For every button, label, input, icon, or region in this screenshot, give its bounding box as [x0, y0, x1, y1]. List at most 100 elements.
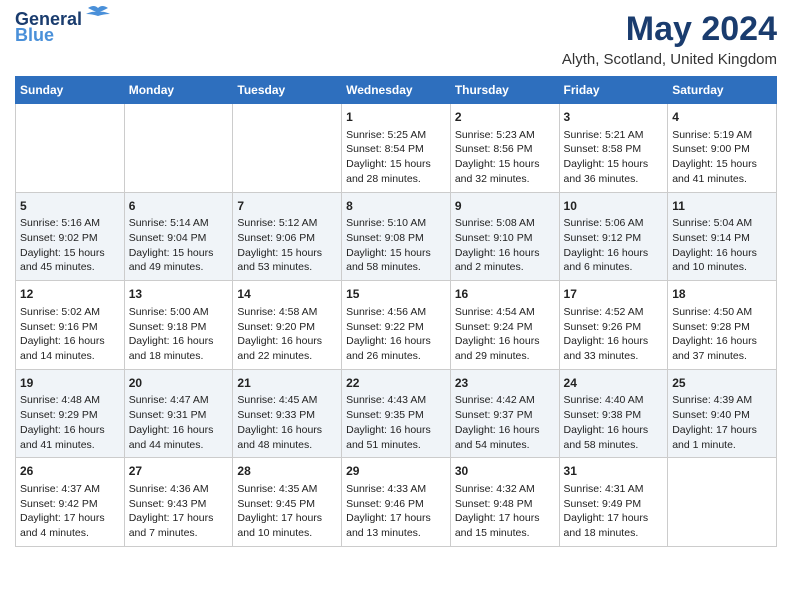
calendar-cell	[233, 104, 342, 193]
calendar-cell	[16, 104, 125, 193]
col-monday: Monday	[124, 77, 233, 104]
day-number: 30	[455, 463, 555, 480]
day-info: Sunrise: 4:42 AMSunset: 9:37 PMDaylight:…	[455, 394, 540, 450]
day-number: 17	[564, 286, 664, 303]
calendar-table: Sunday Monday Tuesday Wednesday Thursday…	[15, 76, 777, 547]
day-info: Sunrise: 4:33 AMSunset: 9:46 PMDaylight:…	[346, 483, 431, 539]
calendar-cell: 4 Sunrise: 5:19 AMSunset: 9:00 PMDaylight…	[668, 104, 777, 193]
calendar-cell	[124, 104, 233, 193]
day-info: Sunrise: 5:25 AMSunset: 8:54 PMDaylight:…	[346, 129, 431, 185]
logo-blue: Blue	[15, 26, 54, 44]
day-number: 24	[564, 375, 664, 392]
calendar-cell: 28Sunrise: 4:35 AMSunset: 9:45 PMDayligh…	[233, 458, 342, 547]
day-info: Sunrise: 4:54 AMSunset: 9:24 PMDaylight:…	[455, 306, 540, 362]
calendar-cell: 22 Sunrise: 4:43 AMSunset: 9:35 PMDayligh…	[342, 369, 451, 458]
day-number: 7	[237, 198, 337, 215]
day-number: 6	[129, 198, 229, 215]
day-info: Sunrise: 5:21 AMSunset: 8:58 PMDaylight:…	[564, 129, 649, 185]
calendar-cell: 21 Sunrise: 4:45 AMSunset: 9:33 PMDayligh…	[233, 369, 342, 458]
day-number: 19	[20, 375, 120, 392]
calendar-cell: 19 Sunrise: 4:48 AMSunset: 9:29 PMDayligh…	[16, 369, 125, 458]
day-info: Sunrise: 5:23 AMSunset: 8:56 PMDaylight:…	[455, 129, 540, 185]
day-number: 23	[455, 375, 555, 392]
col-friday: Friday	[559, 77, 668, 104]
main-title: May 2024	[562, 10, 777, 49]
calendar-cell: 2 Sunrise: 5:23 AMSunset: 8:56 PMDaylight…	[450, 104, 559, 193]
day-info: Sunrise: 4:48 AMSunset: 9:29 PMDaylight:…	[20, 394, 105, 450]
calendar-cell: 17 Sunrise: 4:52 AMSunset: 9:26 PMDayligh…	[559, 281, 668, 370]
header-row: Sunday Monday Tuesday Wednesday Thursday…	[16, 77, 777, 104]
calendar-cell: 20 Sunrise: 4:47 AMSunset: 9:31 PMDayligh…	[124, 369, 233, 458]
day-number: 31	[564, 463, 664, 480]
calendar-week-row: 1 Sunrise: 5:25 AMSunset: 8:54 PMDaylight…	[16, 104, 777, 193]
day-number: 2	[455, 109, 555, 126]
day-number: 3	[564, 109, 664, 126]
day-info: Sunrise: 5:06 AMSunset: 9:12 PMDaylight:…	[564, 217, 649, 273]
day-number: 27	[129, 463, 229, 480]
calendar-cell: 27 Sunrise: 4:36 AMSunset: 9:43 PMDayligh…	[124, 458, 233, 547]
day-number: 29	[346, 463, 446, 480]
logo-bird-icon	[84, 6, 112, 24]
day-number: 4	[672, 109, 772, 126]
day-number: 22	[346, 375, 446, 392]
calendar-cell: 13Sunrise: 5:00 AMSunset: 9:18 PMDayligh…	[124, 281, 233, 370]
day-number: 5	[20, 198, 120, 215]
calendar-cell: 11 Sunrise: 5:04 AMSunset: 9:14 PMDayligh…	[668, 192, 777, 281]
page: General Blue May 2024 Alyth, Scotland, U…	[0, 0, 792, 562]
col-thursday: Thursday	[450, 77, 559, 104]
day-number: 8	[346, 198, 446, 215]
calendar-cell: 6 Sunrise: 5:14 AMSunset: 9:04 PMDaylight…	[124, 192, 233, 281]
day-number: 1	[346, 109, 446, 126]
calendar-cell: 5Sunrise: 5:16 AMSunset: 9:02 PMDaylight…	[16, 192, 125, 281]
day-info: Sunrise: 4:35 AMSunset: 9:45 PMDaylight:…	[237, 483, 322, 539]
subtitle: Alyth, Scotland, United Kingdom	[562, 51, 777, 68]
day-info: Sunrise: 5:19 AMSunset: 9:00 PMDaylight:…	[672, 129, 757, 185]
calendar-cell: 7Sunrise: 5:12 AMSunset: 9:06 PMDaylight…	[233, 192, 342, 281]
day-number: 12	[20, 286, 120, 303]
day-info: Sunrise: 4:36 AMSunset: 9:43 PMDaylight:…	[129, 483, 214, 539]
col-tuesday: Tuesday	[233, 77, 342, 104]
day-number: 21	[237, 375, 337, 392]
title-block: May 2024 Alyth, Scotland, United Kingdom	[562, 10, 777, 68]
day-number: 10	[564, 198, 664, 215]
calendar-cell: 3 Sunrise: 5:21 AMSunset: 8:58 PMDaylight…	[559, 104, 668, 193]
col-sunday: Sunday	[16, 77, 125, 104]
day-info: Sunrise: 4:43 AMSunset: 9:35 PMDaylight:…	[346, 394, 431, 450]
calendar-cell: 24 Sunrise: 4:40 AMSunset: 9:38 PMDayligh…	[559, 369, 668, 458]
day-info: Sunrise: 4:31 AMSunset: 9:49 PMDaylight:…	[564, 483, 649, 539]
day-info: Sunrise: 5:14 AMSunset: 9:04 PMDaylight:…	[129, 217, 214, 273]
calendar-week-row: 12Sunrise: 5:02 AMSunset: 9:16 PMDayligh…	[16, 281, 777, 370]
day-info: Sunrise: 4:50 AMSunset: 9:28 PMDaylight:…	[672, 306, 757, 362]
day-info: Sunrise: 4:40 AMSunset: 9:38 PMDaylight:…	[564, 394, 649, 450]
calendar-cell: 26 Sunrise: 4:37 AMSunset: 9:42 PMDayligh…	[16, 458, 125, 547]
col-wednesday: Wednesday	[342, 77, 451, 104]
day-number: 16	[455, 286, 555, 303]
day-info: Sunrise: 5:08 AMSunset: 9:10 PMDaylight:…	[455, 217, 540, 273]
calendar-week-row: 19 Sunrise: 4:48 AMSunset: 9:29 PMDayligh…	[16, 369, 777, 458]
day-info: Sunrise: 4:52 AMSunset: 9:26 PMDaylight:…	[564, 306, 649, 362]
day-info: Sunrise: 4:58 AMSunset: 9:20 PMDaylight:…	[237, 306, 322, 362]
day-number: 14	[237, 286, 337, 303]
calendar-cell: 29 Sunrise: 4:33 AMSunset: 9:46 PMDayligh…	[342, 458, 451, 547]
day-number: 9	[455, 198, 555, 215]
day-info: Sunrise: 5:04 AMSunset: 9:14 PMDaylight:…	[672, 217, 757, 273]
day-number: 25	[672, 375, 772, 392]
calendar-cell	[668, 458, 777, 547]
calendar-cell: 30Sunrise: 4:32 AMSunset: 9:48 PMDayligh…	[450, 458, 559, 547]
logo: General Blue	[15, 10, 112, 44]
calendar-cell: 12Sunrise: 5:02 AMSunset: 9:16 PMDayligh…	[16, 281, 125, 370]
day-number: 11	[672, 198, 772, 215]
day-info: Sunrise: 4:45 AMSunset: 9:33 PMDaylight:…	[237, 394, 322, 450]
day-number: 15	[346, 286, 446, 303]
day-info: Sunrise: 4:37 AMSunset: 9:42 PMDaylight:…	[20, 483, 105, 539]
day-info: Sunrise: 4:56 AMSunset: 9:22 PMDaylight:…	[346, 306, 431, 362]
day-number: 26	[20, 463, 120, 480]
calendar-cell: 14 Sunrise: 4:58 AMSunset: 9:20 PMDayligh…	[233, 281, 342, 370]
calendar-week-row: 5Sunrise: 5:16 AMSunset: 9:02 PMDaylight…	[16, 192, 777, 281]
day-number: 20	[129, 375, 229, 392]
calendar-week-row: 26 Sunrise: 4:37 AMSunset: 9:42 PMDayligh…	[16, 458, 777, 547]
calendar-cell: 15 Sunrise: 4:56 AMSunset: 9:22 PMDayligh…	[342, 281, 451, 370]
day-info: Sunrise: 5:10 AMSunset: 9:08 PMDaylight:…	[346, 217, 431, 273]
calendar-cell: 1 Sunrise: 5:25 AMSunset: 8:54 PMDaylight…	[342, 104, 451, 193]
day-info: Sunrise: 4:47 AMSunset: 9:31 PMDaylight:…	[129, 394, 214, 450]
